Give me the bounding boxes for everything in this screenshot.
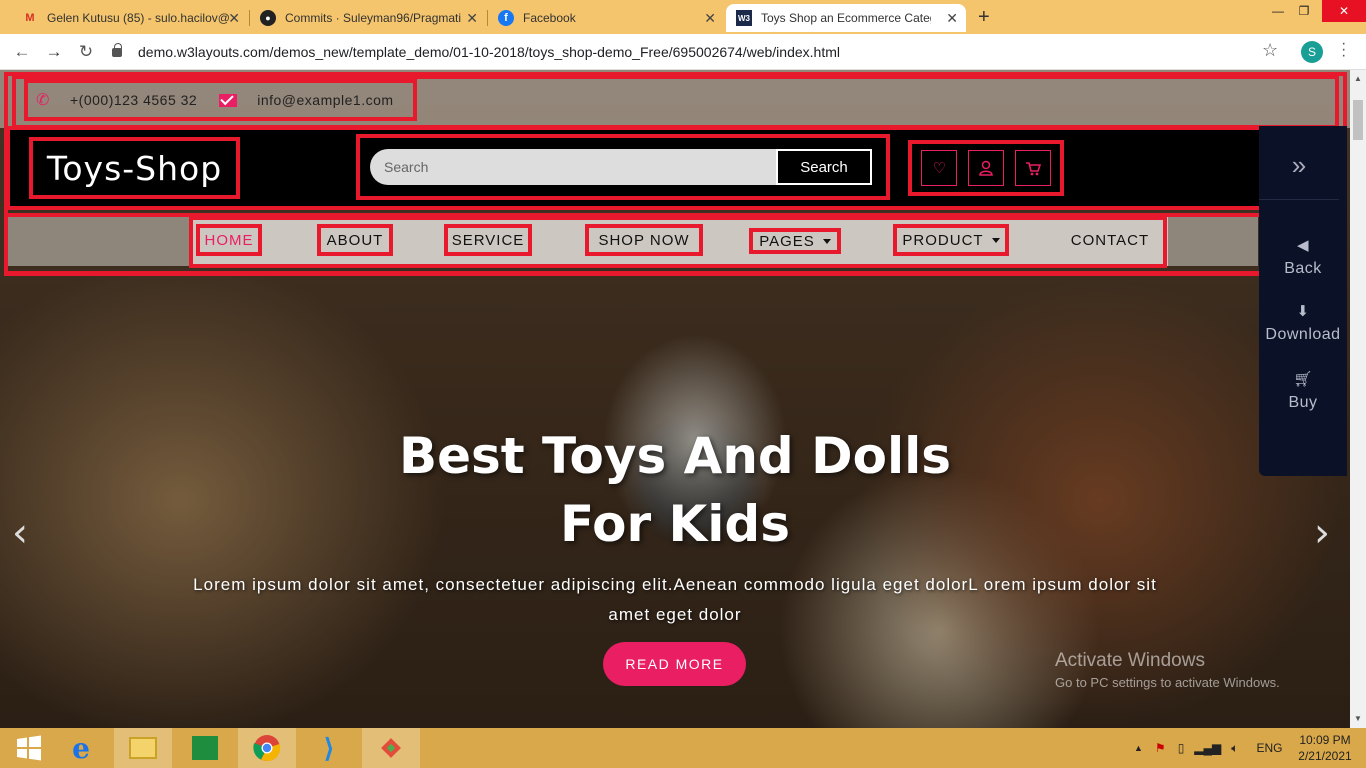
tab-title: Gelen Kutusu (85) - sulo.hacilov@ xyxy=(47,11,230,25)
action-center-icon[interactable]: ⚑ xyxy=(1155,741,1166,755)
scroll-down-icon[interactable]: ▼ xyxy=(1354,714,1362,723)
tab-title: Commits · Suleyman96/Pragmati xyxy=(285,11,462,25)
side-back[interactable]: ◀ Back xyxy=(1259,236,1347,278)
read-more-button[interactable]: READ MORE xyxy=(603,642,746,686)
facebook-icon: f xyxy=(498,10,514,26)
menu-icon[interactable]: · · · xyxy=(1341,36,1346,64)
chrome-icon[interactable] xyxy=(238,728,296,768)
close-window-button[interactable]: ✕ xyxy=(1322,0,1366,22)
arrow-left-icon: ◀ xyxy=(1296,237,1310,254)
page-scrollbar[interactable]: ▲ ▼ xyxy=(1350,70,1366,728)
annotation-frame xyxy=(6,126,1343,210)
side-buy-label: Buy xyxy=(1288,394,1318,411)
tab-toys-shop[interactable]: W3 Toys Shop an Ecommerce Catego ✕ xyxy=(726,4,966,32)
download-icon: ⬇ xyxy=(1296,303,1310,320)
language-indicator[interactable]: ENG xyxy=(1256,741,1282,755)
windows-taskbar: e ⟩ ▲ ⚑ ▯ ▂▄▆ 🔈︎ ENG 10:09 PM 2/21/2021 xyxy=(0,728,1366,768)
tray-expand-icon[interactable]: ▲ xyxy=(1134,743,1143,753)
close-tab-icon[interactable]: ✕ xyxy=(704,10,716,27)
side-back-label: Back xyxy=(1284,260,1322,277)
w3layouts-icon: W3 xyxy=(736,10,752,26)
windows-start-icon[interactable] xyxy=(0,728,58,768)
page-viewport: ✆ +(000)123 4565 32 info@example1.com To… xyxy=(0,70,1366,728)
new-tab-button[interactable]: + xyxy=(978,6,990,29)
tab-github[interactable]: ● Commits · Suleyman96/Pragmati ✕ xyxy=(250,4,486,32)
forward-icon[interactable]: → xyxy=(44,42,64,62)
annotation-frame xyxy=(12,75,1339,129)
reload-icon[interactable]: ↻ xyxy=(76,42,96,62)
side-buy[interactable]: 🛒︎ Buy xyxy=(1259,370,1347,412)
profile-avatar[interactable]: S xyxy=(1301,41,1323,63)
taskbar-clock[interactable]: 10:09 PM 2/21/2021 xyxy=(1290,732,1360,764)
activate-windows-watermark: Activate Windows Go to PC settings to ac… xyxy=(1055,650,1280,690)
file-explorer-icon[interactable] xyxy=(114,728,172,768)
bookmark-star-icon[interactable]: ☆ xyxy=(1262,40,1278,61)
double-chevron-icon[interactable]: » xyxy=(1259,132,1339,200)
url-text: demo.w3layouts.com/demos_new/template_de… xyxy=(138,44,840,60)
volume-icon[interactable]: 🔈︎ xyxy=(1231,741,1238,756)
battery-icon[interactable]: ▯ xyxy=(1178,741,1185,755)
carousel-next-icon[interactable]: › xyxy=(1314,510,1330,556)
system-tray: ▲ ⚑ ▯ ▂▄▆ 🔈︎ ENG xyxy=(1134,728,1282,768)
close-tab-icon[interactable]: ✕ xyxy=(228,10,240,27)
gmail-icon: M xyxy=(25,12,35,24)
cart-icon: 🛒︎ xyxy=(1293,371,1313,388)
scroll-up-icon[interactable]: ▲ xyxy=(1354,74,1362,83)
tab-title: Facebook xyxy=(523,11,576,25)
lock-icon xyxy=(112,42,122,57)
network-icon[interactable]: ▂▄▆ xyxy=(1194,741,1221,755)
github-icon: ● xyxy=(260,10,276,26)
tab-gmail[interactable]: M Gelen Kutusu (85) - sulo.hacilov@ ✕ xyxy=(12,4,248,32)
hero-title: Best Toys And Dolls For Kids xyxy=(398,427,952,553)
internet-explorer-icon[interactable]: e xyxy=(52,728,110,768)
annotation-frame xyxy=(189,216,1167,268)
maximize-button[interactable]: ❐ xyxy=(1284,0,1324,22)
carousel-prev-icon[interactable]: ‹ xyxy=(12,510,28,556)
side-download[interactable]: ⬇ Download xyxy=(1259,302,1347,344)
git-app-icon[interactable] xyxy=(362,728,420,768)
tab-facebook[interactable]: f Facebook ✕ xyxy=(488,4,724,32)
store-icon[interactable] xyxy=(176,728,234,768)
tab-title: Toys Shop an Ecommerce Catego xyxy=(761,11,931,25)
address-bar-row: ← → ↻ demo.w3layouts.com/demos_new/templ… xyxy=(0,34,1366,70)
url-field[interactable]: demo.w3layouts.com/demos_new/template_de… xyxy=(112,40,1292,64)
back-icon[interactable]: ← xyxy=(12,42,32,62)
scroll-thumb[interactable] xyxy=(1353,100,1363,140)
side-download-label: Download xyxy=(1265,326,1341,343)
vscode-icon[interactable]: ⟩ xyxy=(300,728,358,768)
close-tab-icon[interactable]: ✕ xyxy=(466,10,478,27)
browser-tab-bar: M Gelen Kutusu (85) - sulo.hacilov@ ✕ ● … xyxy=(0,0,1366,34)
close-tab-icon[interactable]: ✕ xyxy=(946,10,958,27)
hero-subtitle: Lorem ipsum dolor sit amet, consectetuer… xyxy=(193,575,1157,624)
